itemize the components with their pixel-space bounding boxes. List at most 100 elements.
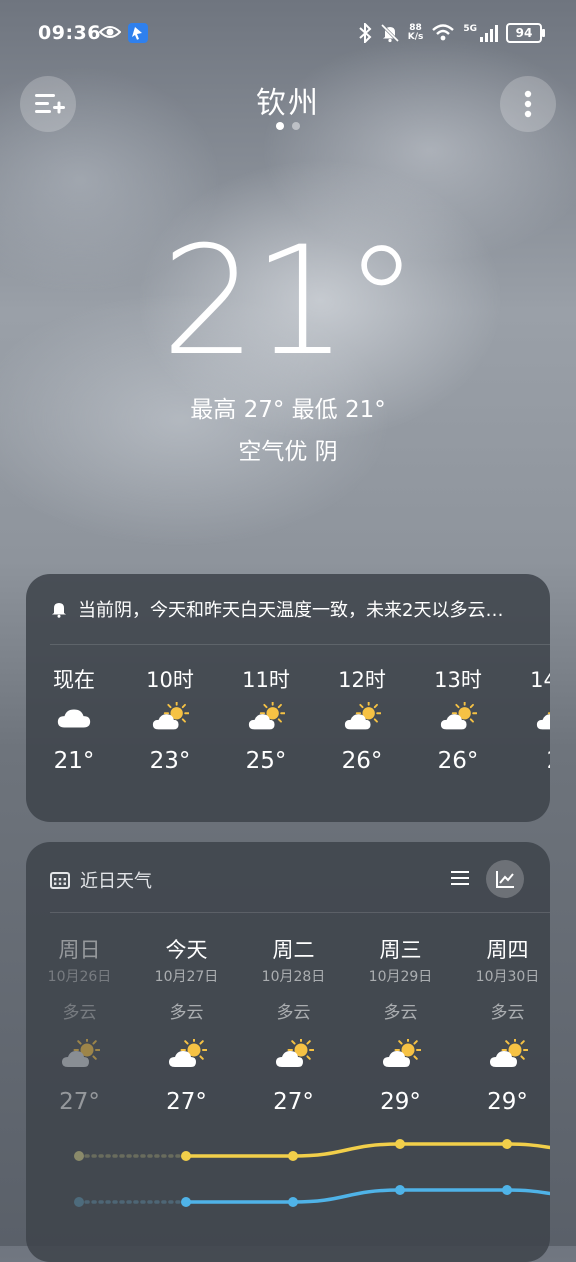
low-point <box>74 1197 84 1207</box>
bluetooth-icon <box>359 23 372 43</box>
more-button[interactable] <box>500 76 556 132</box>
hour-item: 12时 26° <box>314 664 410 774</box>
hour-label: 10时 <box>146 668 194 692</box>
air-quality-condition: 空气优 阴 <box>238 439 338 465</box>
low-point <box>288 1197 298 1207</box>
day-high-temperature: 27° <box>166 1089 207 1115</box>
hour-temperature: 21° <box>53 748 95 774</box>
list-view-button[interactable] <box>448 866 472 890</box>
day-date: 10月30日 <box>475 969 540 985</box>
partly-cloudy-icon <box>61 1039 100 1067</box>
partly-cloudy-icon <box>152 702 189 730</box>
city-title: 钦州 <box>256 86 320 121</box>
calendar-icon <box>50 872 70 889</box>
hour-temperature: 26° <box>341 748 383 774</box>
hour-label: 13时 <box>434 668 482 692</box>
day-high-temperature: 27° <box>273 1089 314 1115</box>
partly-cloudy-icon <box>168 1039 207 1067</box>
day-item: 今天 10月27日 多云 27° <box>133 934 240 1115</box>
day-high-temperature: 29° <box>380 1089 421 1115</box>
cloud-icon <box>57 709 91 728</box>
hour-item: 13时 26° <box>410 664 506 774</box>
day-name: 周日 <box>58 938 101 962</box>
wifi-icon <box>432 24 455 41</box>
high-point <box>288 1151 298 1161</box>
day-condition: 多云 <box>276 1003 311 1023</box>
high-point <box>395 1139 405 1149</box>
day-date: 10月29日 <box>368 969 433 985</box>
network-type: 5G <box>463 24 477 34</box>
navigation-bar <box>0 1224 576 1246</box>
low-trend-line <box>184 1188 550 1204</box>
day-item: 周四 10月30日多云 29° <box>454 934 550 1115</box>
divider <box>50 912 550 913</box>
eye-icon <box>99 26 121 38</box>
high-point <box>502 1139 512 1149</box>
hourly-forecast-card: 当前阴，今天和昨天白天温度一致，未来2天以多云… 现在 21° 10时 23° 11时 2… <box>26 574 550 822</box>
high-low-temperature: 最高 27° 最低 21° <box>190 397 386 423</box>
bell-muted-icon <box>380 23 399 43</box>
high-trend-line <box>184 1142 550 1158</box>
list-icon <box>451 871 469 885</box>
day-date: 10月28日 <box>261 969 326 985</box>
day-item: 周二 10月28日多云 27° <box>240 934 347 1115</box>
partly-cloudy-icon <box>275 1039 314 1067</box>
day-condition: 多云 <box>383 1003 418 1023</box>
status-bar: 09:36 88 K/s 5G 94 <box>0 0 576 64</box>
signal-icon <box>480 25 498 42</box>
hour-item: 现在 21° <box>26 664 122 774</box>
partly-cloudy-icon <box>536 712 550 730</box>
day-date: 10月26日 <box>47 969 112 985</box>
status-icons: 88 K/s 5G 94 <box>358 20 545 46</box>
high-point <box>181 1151 191 1161</box>
daily-card-title: 近日天气 <box>80 871 152 892</box>
day-item: 周三 10月29日多云 29° <box>347 934 454 1115</box>
low-point <box>181 1197 191 1207</box>
partly-cloudy-icon <box>248 702 285 730</box>
hour-label: 14时 <box>530 668 550 692</box>
hour-label: 12时 <box>338 668 386 692</box>
chart-view-button[interactable] <box>486 860 524 898</box>
page-dot-2[interactable] <box>292 122 300 130</box>
battery-indicator: 94 <box>506 23 545 43</box>
line-chart-icon <box>496 871 514 888</box>
hour-temperature: 25° <box>245 748 287 774</box>
day-condition: 多云 <box>490 1003 525 1023</box>
hour-temperature: 23° <box>149 748 191 774</box>
daily-forecast-card: 近日天气 周日 10月26日 多云 27° 今天 10月27日 多云 27° 周二 10月28日多… <box>26 842 550 1262</box>
hour-item: 10时 23° <box>122 664 218 774</box>
day-condition: 多云 <box>169 1003 204 1023</box>
hour-label: 11时 <box>242 668 290 692</box>
app-notification-icon <box>128 23 148 43</box>
hour-item: 14时 2 <box>506 664 550 774</box>
day-condition: 多云 <box>62 1003 97 1023</box>
hour-temperature: 2 <box>506 748 550 774</box>
network-speed: 88 K/s <box>407 23 424 42</box>
current-temperature: 21° <box>161 215 419 389</box>
day-name: 周三 <box>379 938 422 962</box>
partly-cloudy-icon <box>440 702 477 730</box>
weather-alert[interactable]: 当前阴，今天和昨天白天温度一致，未来2天以多云… <box>50 596 530 622</box>
divider <box>50 644 550 645</box>
day-high-temperature: 29° <box>487 1089 528 1115</box>
day-item: 周日 10月26日 多云 27° <box>26 934 133 1115</box>
partly-cloudy-icon <box>382 1039 421 1067</box>
more-vertical-icon <box>524 90 532 118</box>
page-dot-1[interactable] <box>276 122 284 130</box>
signal-indicator: 5G <box>463 24 498 42</box>
temperature-trend-chart <box>74 1139 550 1207</box>
day-name: 今天 <box>165 938 208 962</box>
status-time: 09:36 <box>38 22 101 44</box>
bell-icon <box>52 603 66 618</box>
hourly-list[interactable]: 现在 21° 10时 23° 11时 25° 12时 26° 13时 26° 14时 2 <box>26 664 550 804</box>
hour-temperature: 26° <box>437 748 479 774</box>
high-point <box>74 1151 84 1161</box>
day-name: 周四 <box>486 938 529 962</box>
weather-alert-text: 当前阴，今天和昨天白天温度一致，未来2天以多云… <box>78 600 504 621</box>
low-point <box>502 1185 512 1195</box>
hour-label: 现在 <box>53 668 95 692</box>
day-name: 周二 <box>272 938 315 962</box>
low-point <box>395 1185 405 1195</box>
hour-item: 11时 25° <box>218 664 314 774</box>
page-indicator[interactable] <box>0 122 576 130</box>
